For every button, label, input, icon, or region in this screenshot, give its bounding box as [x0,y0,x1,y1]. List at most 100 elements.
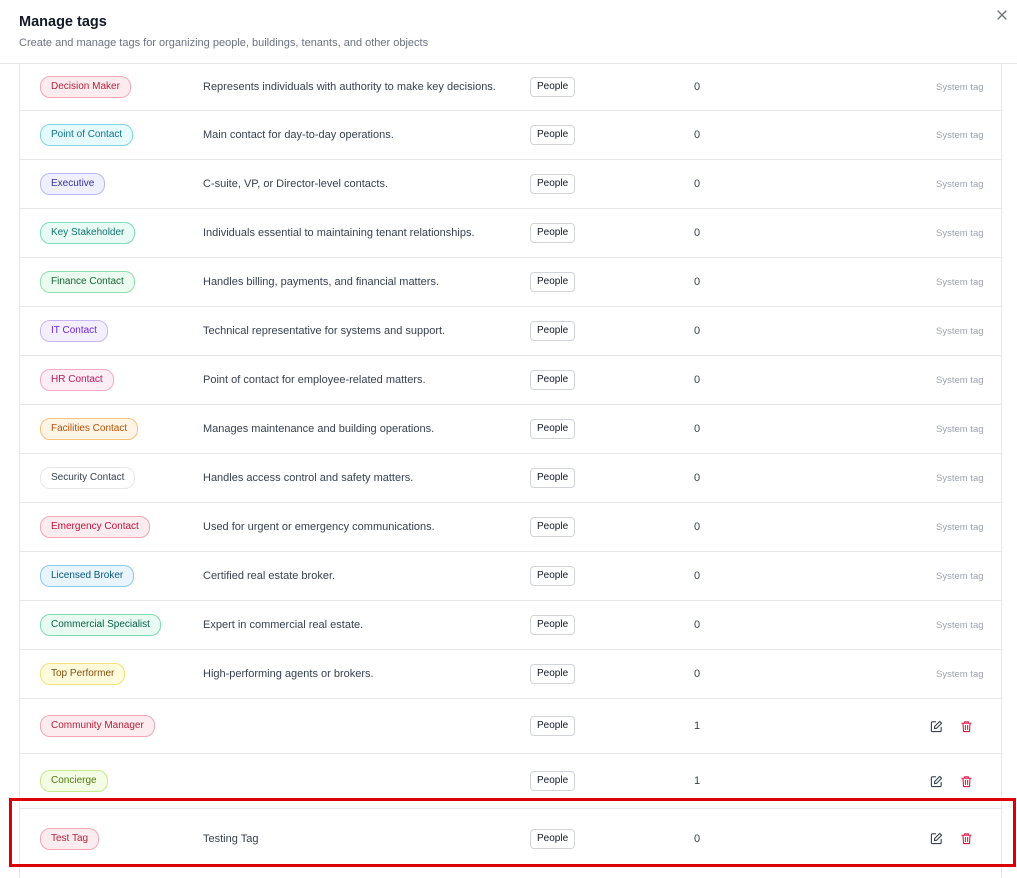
system-tag-label: System tag [936,619,984,631]
system-tag-label: System tag [936,472,984,484]
tag-description: Expert in commercial real estate. [203,619,364,631]
tag-pill: Top Performer [40,663,126,685]
object-type-badge: People [530,771,576,791]
object-type-badge: People [530,272,576,292]
system-tag-label: System tag [936,178,984,190]
usage-count: 0 [694,668,701,680]
delete-button[interactable] [958,831,974,847]
system-tag-label: System tag [936,325,984,337]
table-row: IT Contact Technical representative for s… [20,307,1001,356]
trash-icon [960,775,972,787]
object-type-badge: People [530,223,576,243]
close-button[interactable] [995,8,1009,22]
usage-count: 0 [694,570,701,582]
row-actions [928,754,974,808]
tag-cell: Security Contact [40,454,136,502]
table-row: Concierge People 1 [20,754,1001,809]
object-type-badge: People [530,615,576,635]
tag-pill: Security Contact [40,467,136,489]
tag-pill: Licensed Broker [40,565,135,587]
modal-subtitle: Create and manage tags for organizing pe… [19,37,429,49]
tag-cell: Commercial Specialist [40,601,161,649]
usage-count: 0 [694,325,701,337]
tag-pill: Point of Contact [40,124,134,146]
edit-icon [930,832,942,845]
tag-description: Used for urgent or emergency communicati… [203,521,435,533]
tags-table: Decision Maker Represents individuals wit… [19,64,1002,878]
object-type-badge: People [530,125,576,145]
edit-button[interactable] [928,831,944,847]
description-cell: Manages maintenance and building operati… [203,405,503,453]
table-row: Executive C-suite, VP, or Director-level … [20,160,1001,209]
object-type-badge: People [530,77,576,97]
row-actions [928,809,974,868]
usage-count: 0 [694,276,701,288]
tag-cell: Test Tag [40,809,100,868]
usage-count: 0 [694,619,701,631]
tag-pill: Executive [40,173,106,195]
table-row: Facilities Contact Manages maintenance an… [20,405,1001,454]
description-cell: C-suite, VP, or Director-level contacts. [203,160,503,208]
table-row: Community Manager People 1 [20,699,1001,754]
system-tag-label: System tag [936,521,984,533]
tag-cell: Emergency Contact [40,503,150,551]
system-tag-label: System tag [936,668,984,680]
system-tag-label: System tag [936,423,984,435]
tag-description: C-suite, VP, or Director-level contacts. [203,178,389,190]
description-cell [203,699,503,753]
type-cell: People [530,552,576,600]
tag-cell: Community Manager [40,699,155,753]
usage-count: 0 [694,129,701,141]
description-cell: Handles billing, payments, and financial… [203,258,503,306]
description-cell: Individuals essential to maintaining ten… [203,209,503,257]
object-type-badge: People [530,174,576,194]
description-cell: Handles access control and safety matter… [203,454,503,502]
trash-icon [960,833,972,845]
type-cell: People [530,111,576,159]
description-cell: Technical representative for systems and… [203,307,503,355]
table-row: Top Performer High-performing agents or b… [20,650,1001,699]
tag-description: Individuals essential to maintaining ten… [203,227,475,239]
tag-cell: Concierge [40,754,108,808]
usage-count: 0 [694,423,701,435]
type-cell: People [530,258,576,306]
edit-button[interactable] [928,718,944,734]
usage-count: 0 [694,472,701,484]
table-row: Licensed Broker Certified real estate bro… [20,552,1001,601]
row-actions [928,699,974,753]
tag-description: Manages maintenance and building operati… [203,423,435,435]
object-type-badge: People [530,419,576,439]
tag-description: Point of contact for employee-related ma… [203,374,426,386]
table-row: Emergency Contact Used for urgent or emer… [20,503,1001,552]
tag-cell: Point of Contact [40,111,134,159]
tag-pill: Community Manager [40,715,155,737]
edit-button[interactable] [928,773,944,789]
object-type-badge: People [530,566,576,586]
table-row: Point of Contact Main contact for day-to-… [20,111,1001,160]
system-tag-label: System tag [936,227,984,239]
usage-count: 0 [694,521,701,533]
tag-description: Technical representative for systems and… [203,325,446,337]
system-tag-label: System tag [936,374,984,386]
object-type-badge: People [530,370,576,390]
tag-pill: Decision Maker [40,76,131,98]
edit-icon [930,720,942,732]
table-row: Key Stakeholder Individuals essential to … [20,209,1001,258]
tag-cell: Decision Maker [40,64,131,110]
delete-button[interactable] [958,773,974,789]
type-cell: People [530,454,576,502]
type-cell: People [530,601,576,649]
description-cell: High-performing agents or brokers. [203,650,503,698]
description-cell: Testing Tag [203,809,503,868]
modal-header: Manage tags Create and manage tags for o… [0,0,1017,64]
tag-description: Testing Tag [203,832,259,845]
object-type-badge: People [530,716,576,736]
tag-description: Handles access control and safety matter… [203,472,414,484]
description-cell: Main contact for day-to-day operations. [203,111,503,159]
tag-pill: Test Tag [40,827,100,850]
tag-pill: Finance Contact [40,271,135,293]
delete-button[interactable] [958,718,974,734]
tag-cell: IT Contact [40,307,108,355]
tag-description: High-performing agents or brokers. [203,668,374,680]
tag-cell: Facilities Contact [40,405,139,453]
